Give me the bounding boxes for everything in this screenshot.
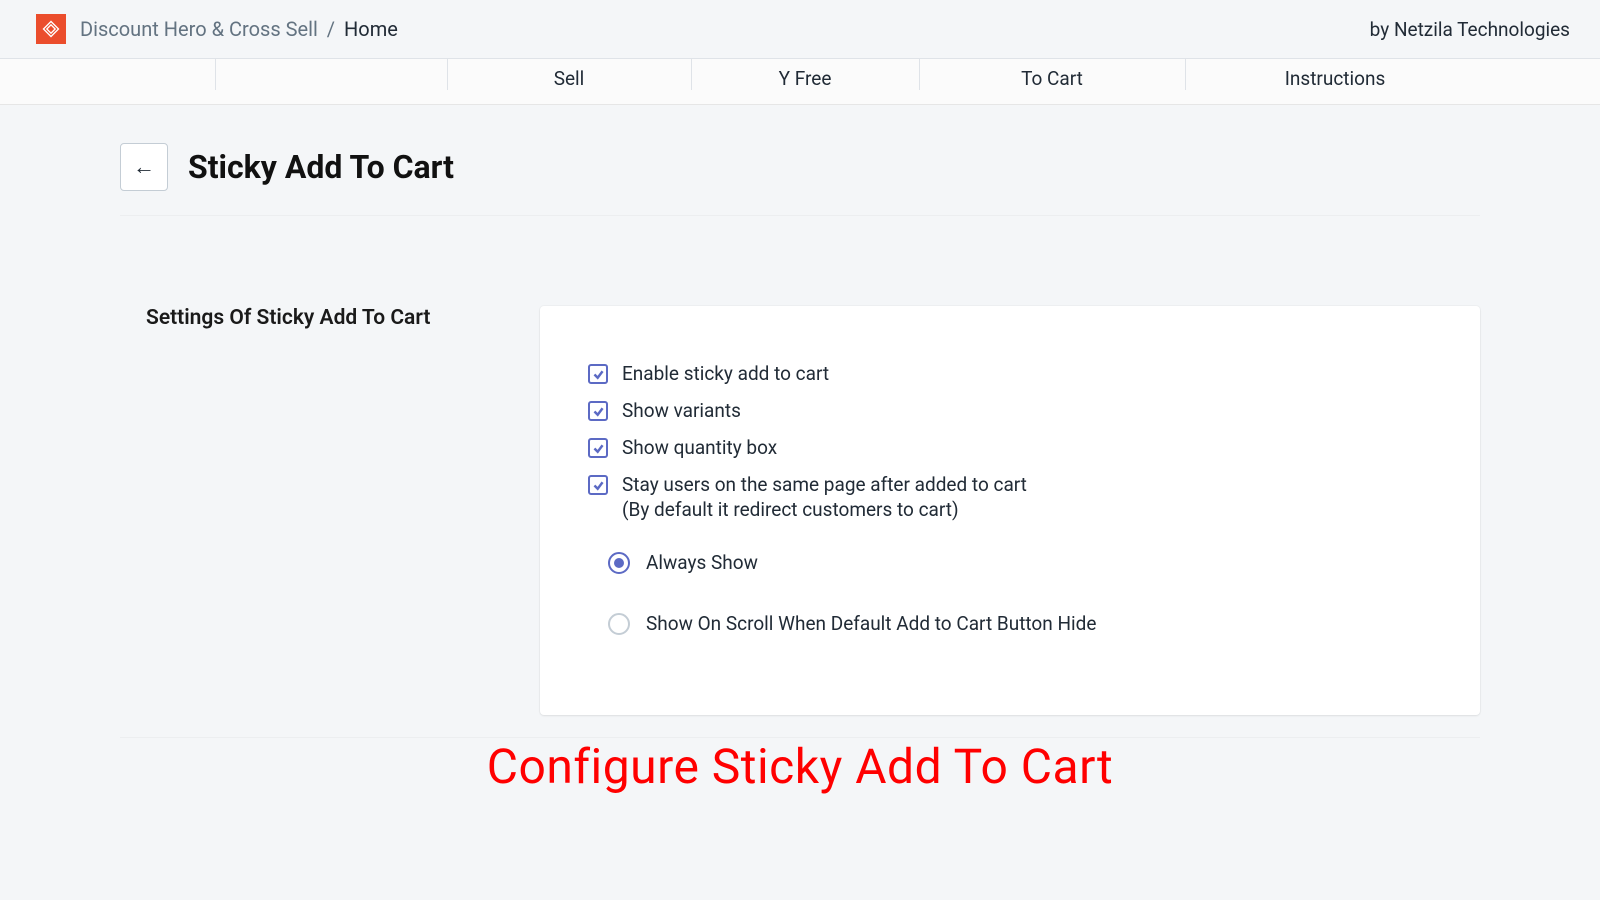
- checkbox-show-variants[interactable]: Show variants: [588, 399, 1432, 422]
- tab-instructions[interactable]: Instructions: [1185, 59, 1485, 104]
- radio-icon[interactable]: [608, 613, 630, 635]
- checkbox-icon[interactable]: [588, 401, 608, 421]
- tab-1[interactable]: [215, 59, 447, 104]
- byline[interactable]: by Netzila Technologies: [1370, 18, 1570, 41]
- tab-to-cart[interactable]: To Cart: [919, 59, 1185, 104]
- checkbox-icon[interactable]: [588, 475, 608, 495]
- checkbox-label: Enable sticky add to cart: [622, 362, 829, 385]
- checkbox-show-quantity[interactable]: Show quantity box: [588, 436, 1432, 459]
- settings-card: Enable sticky add to cart Show variants …: [540, 306, 1480, 715]
- checkbox-icon[interactable]: [588, 364, 608, 384]
- back-button[interactable]: ←: [120, 143, 168, 191]
- radio-label: Always Show: [646, 551, 758, 574]
- tab-sell[interactable]: Sell: [447, 59, 691, 104]
- checkbox-label: Show variants: [622, 399, 741, 422]
- radio-label: Show On Scroll When Default Add to Cart …: [646, 612, 1096, 635]
- radio-icon[interactable]: [608, 552, 630, 574]
- radio-group-display-mode: Always Show Show On Scroll When Default …: [608, 551, 1432, 635]
- breadcrumb-separator: /: [327, 17, 335, 41]
- content-row: Settings Of Sticky Add To Cart Enable st…: [120, 306, 1480, 715]
- tab-y-free[interactable]: Y Free: [691, 59, 919, 104]
- breadcrumb-current[interactable]: Home: [344, 17, 398, 41]
- checkbox-label: Stay users on the same page after added …: [622, 473, 1027, 496]
- header-left: Discount Hero & Cross Sell / Home: [36, 14, 398, 44]
- checkbox-stay-on-page[interactable]: Stay users on the same page after added …: [588, 473, 1432, 521]
- checkbox-label: Show quantity box: [622, 436, 777, 459]
- checkbox-icon[interactable]: [588, 438, 608, 458]
- tabs-row: Sell Y Free To Cart Instructions: [0, 58, 1600, 105]
- radio-always-show[interactable]: Always Show: [608, 551, 1432, 574]
- tab-0[interactable]: [0, 59, 215, 104]
- arrow-left-icon: ←: [133, 154, 155, 180]
- breadcrumb: Discount Hero & Cross Sell / Home: [80, 17, 398, 41]
- page-title-row: ← Sticky Add To Cart: [120, 143, 1480, 216]
- checkbox-sublabel: (By default it redirect customers to car…: [622, 498, 1027, 521]
- header: Discount Hero & Cross Sell / Home by Net…: [0, 0, 1600, 58]
- page-body: ← Sticky Add To Cart Settings Of Sticky …: [0, 105, 1600, 795]
- checkbox-enable-sticky[interactable]: Enable sticky add to cart: [588, 362, 1432, 385]
- section-label: Settings Of Sticky Add To Cart: [120, 306, 500, 715]
- page-title: Sticky Add To Cart: [188, 148, 454, 186]
- radio-show-on-scroll[interactable]: Show On Scroll When Default Add to Cart …: [608, 612, 1432, 635]
- caption-overlay: Configure Sticky Add To Cart: [120, 738, 1480, 795]
- app-logo-icon: [36, 14, 66, 44]
- app-name[interactable]: Discount Hero & Cross Sell: [80, 17, 318, 41]
